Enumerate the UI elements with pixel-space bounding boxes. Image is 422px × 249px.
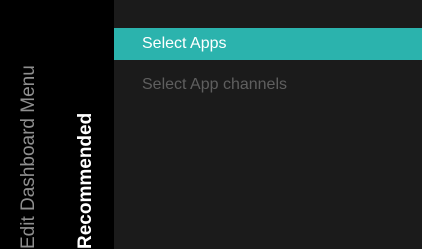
tv-menu-screen: Edit Dashboard Menu Recommended Select A… (0, 0, 422, 249)
menu-item-select-apps[interactable]: Select Apps (114, 28, 422, 60)
section-title: Recommended (75, 112, 96, 249)
menu-panel: Select Apps Select App channels (114, 0, 422, 249)
parent-menu-title[interactable]: Edit Dashboard Menu (0, 0, 58, 249)
menu-item-select-app-channels[interactable]: Select App channels (114, 70, 422, 100)
